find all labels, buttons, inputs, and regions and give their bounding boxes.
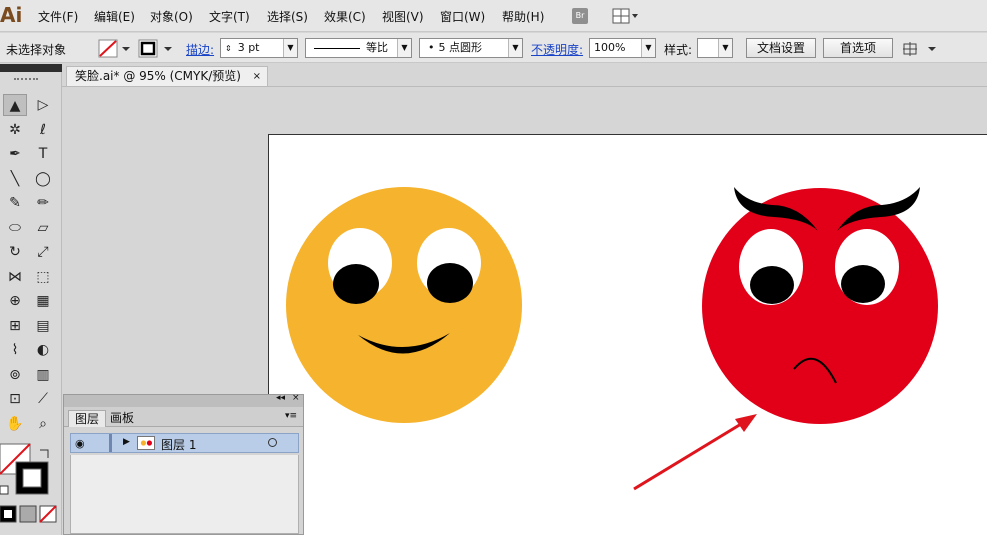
document-tab-title: 笑脸.ai* @ 95% (CMYK/预览) [75, 69, 241, 83]
layer-color-bar [109, 434, 112, 452]
column-graph-tool[interactable]: ▥ [31, 364, 55, 386]
selection-status: 未选择对象 [6, 43, 67, 57]
style-label: 样式: [664, 43, 693, 57]
gradient-tool[interactable]: ▤ [31, 315, 55, 337]
tools-panel-grip[interactable] [0, 64, 62, 72]
layers-panel-header[interactable]: ◂◂ × [64, 393, 303, 407]
menu-file[interactable]: 文件(F) [38, 8, 78, 25]
layer-row[interactable]: ◉ ▶ 图层 1 [70, 433, 299, 453]
symbol-sprayer-tool[interactable]: ⊚ [3, 364, 27, 386]
stroke-label[interactable]: 描边: [186, 41, 214, 58]
fill-swatch-icon[interactable] [98, 39, 132, 58]
width-tool[interactable]: ⋈ [3, 266, 27, 288]
menu-view[interactable]: 视图(V) [382, 8, 424, 25]
control-bar: 未选择对象 描边: ⇕ 3 pt ▼ 等比 ▼ • 5 点圆形 ▼ 不透明度: 10… [0, 33, 987, 63]
rotate-tool[interactable]: ↻ [3, 241, 27, 263]
line-tool[interactable]: ╲ [3, 168, 27, 190]
collapse-icon[interactable]: ◂◂ [276, 393, 285, 403]
chevron-down-icon[interactable]: ▼ [641, 39, 655, 57]
pen-tool[interactable]: ✒ [3, 143, 27, 165]
menu-edit[interactable]: 编辑(E) [94, 8, 135, 25]
layer-target-icon[interactable] [268, 438, 277, 447]
layers-panel-tabs: 图层 画板 ▾≡ [64, 407, 303, 427]
layer-name[interactable]: 图层 1 [161, 436, 196, 453]
chevron-down-icon[interactable]: ▼ [508, 39, 522, 57]
layer-thumbnail-icon [137, 436, 155, 450]
happy-face[interactable] [286, 187, 522, 423]
tab-artboards[interactable]: 画板 [104, 410, 140, 427]
menu-object[interactable]: 对象(O) [150, 8, 193, 25]
variable-width-profile-select[interactable]: 等比 ▼ [305, 38, 412, 58]
paintbrush-tool[interactable]: ✎ [3, 192, 27, 214]
document-setup-button[interactable]: 文档设置 [746, 38, 816, 58]
chevron-down-icon[interactable]: ▼ [397, 39, 411, 57]
blend-tool[interactable]: ◐ [31, 339, 55, 361]
selection-tool[interactable]: ▲ [3, 94, 27, 116]
stroke-swatch-icon[interactable] [138, 39, 174, 58]
opacity-value: 100% [594, 41, 626, 54]
stroke-weight-value: 3 pt [237, 41, 260, 54]
workspace-switcher-icon[interactable] [612, 8, 638, 24]
fill-stroke-widget[interactable] [0, 440, 62, 535]
app-logo: Ai [0, 3, 23, 27]
bridge-icon[interactable]: Br [572, 8, 588, 24]
visibility-eye-icon[interactable]: ◉ [75, 437, 85, 450]
type-tool[interactable]: T [31, 143, 55, 165]
mesh-tool[interactable]: ⊞ [3, 315, 27, 337]
close-icon[interactable]: × [253, 67, 261, 86]
angry-face[interactable] [702, 187, 938, 424]
layers-list-area [70, 455, 299, 534]
blob-brush-tool[interactable]: ⬭ [3, 217, 27, 239]
profile-label: 等比 [366, 41, 388, 54]
expand-triangle-icon[interactable]: ▶ [123, 437, 130, 447]
brush-definition-select[interactable]: • 5 点圆形 ▼ [419, 38, 523, 58]
stroke-weight-stepper-icon[interactable]: ⇕ [225, 44, 232, 53]
artwork [286, 187, 938, 491]
hand-tool[interactable]: ✋ [3, 413, 27, 435]
eyedropper-tool[interactable]: ⌇ [3, 339, 27, 361]
magic-wand-tool[interactable]: ✲ [3, 119, 27, 141]
panel-menu-icon[interactable]: ▾≡ [285, 411, 297, 421]
chevron-down-icon[interactable]: ▼ [283, 39, 297, 57]
menu-effect[interactable]: 效果(C) [324, 8, 366, 25]
close-icon[interactable]: × [292, 393, 300, 403]
tools-panel-handle[interactable] [14, 78, 38, 82]
opacity-label[interactable]: 不透明度: [531, 41, 583, 58]
ellipse-tool[interactable]: ◯ [31, 168, 55, 190]
slice-tool[interactable]: ⟋ [31, 388, 55, 410]
eraser-tool[interactable]: ▱ [31, 217, 55, 239]
document-tab[interactable]: 笑脸.ai* @ 95% (CMYK/预览) × [66, 66, 268, 86]
brush-label: 5 点圆形 [438, 41, 483, 54]
shape-builder-tool[interactable]: ⊕ [3, 290, 27, 312]
lasso-tool[interactable]: ℓ [31, 119, 55, 141]
scale-tool[interactable]: ⤢ [31, 241, 55, 263]
preferences-button[interactable]: 首选项 [823, 38, 893, 58]
opacity-field[interactable]: 100% ▼ [589, 38, 656, 58]
artboard[interactable] [268, 134, 987, 535]
perspective-grid-tool[interactable]: ▦ [31, 290, 55, 312]
zoom-tool[interactable]: ⌕ [31, 413, 55, 435]
arrange-documents-icon[interactable] [902, 41, 938, 57]
menu-window[interactable]: 窗口(W) [440, 8, 485, 25]
menu-type[interactable]: 文字(T) [209, 8, 250, 25]
stroke-weight-field[interactable]: ⇕ 3 pt ▼ [220, 38, 298, 58]
pencil-tool[interactable]: ✏ [31, 192, 55, 214]
chevron-down-icon[interactable]: ▼ [718, 39, 732, 57]
menu-help[interactable]: 帮助(H) [502, 8, 544, 25]
menu-select[interactable]: 选择(S) [267, 8, 308, 25]
red-arrow[interactable] [633, 414, 757, 491]
menu-bar: Ai 文件(F) 编辑(E) 对象(O) 文字(T) 选择(S) 效果(C) 视… [0, 0, 987, 32]
free-transform-tool[interactable]: ⬚ [31, 266, 55, 288]
artboard-tool[interactable]: ⊡ [3, 388, 27, 410]
document-tab-divider [62, 86, 987, 87]
graphic-style-select[interactable]: ▼ [697, 38, 733, 58]
layers-panel: ◂◂ × 图层 画板 ▾≡ ◉ ▶ 图层 1 [63, 393, 304, 535]
direct-selection-tool[interactable]: ▷ [31, 94, 55, 116]
tab-layers[interactable]: 图层 [68, 410, 107, 427]
